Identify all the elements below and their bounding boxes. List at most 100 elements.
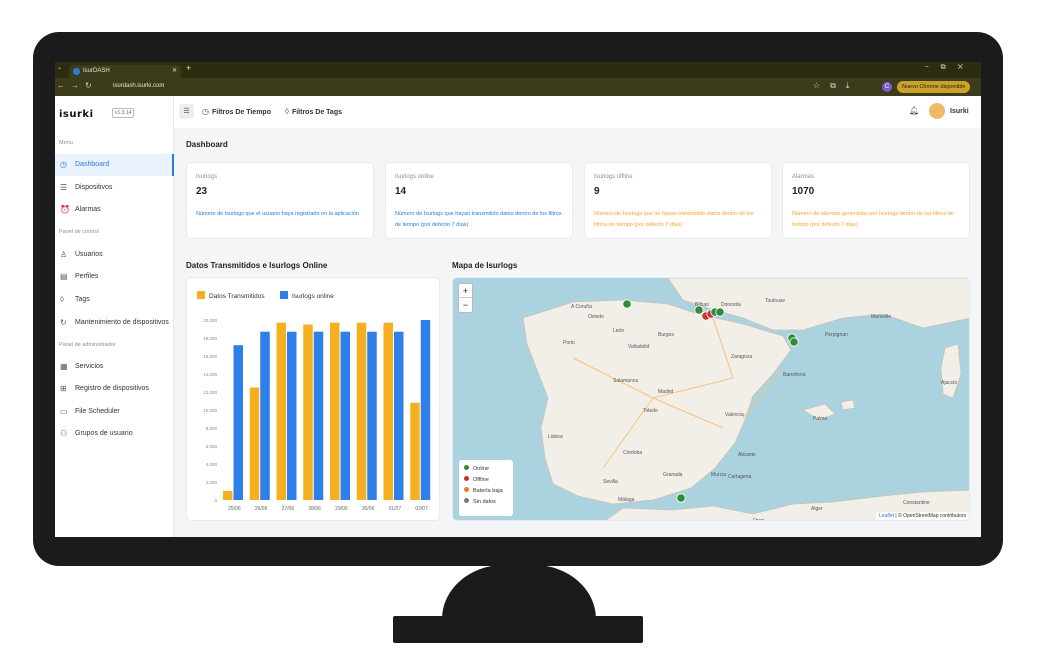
map-card[interactable]: A Coruña Bilbao Donostia Toulouse Marseille Z…	[452, 277, 970, 521]
legend-no-data: Sin datos	[464, 497, 508, 508]
list-icon: ☰	[60, 183, 68, 192]
url-text[interactable]: isurdash.isurki.com	[113, 83, 164, 89]
card-description: Número de alarmas generadas por Isurlogs…	[792, 211, 954, 228]
browser-tabbar: ⌄ IsurDASH ✕ + −⧉✕	[55, 62, 981, 78]
sidebar-item-label: File Scheduler	[75, 408, 120, 415]
dot-icon	[464, 476, 469, 481]
monitor-mockup: ⌄ IsurDASH ✕ + −⧉✕ ←→↻ isurdash.isurki.c…	[0, 0, 1038, 662]
chart-card: Datos Transmitidos Isurlogs online 0 2,000 4…	[186, 277, 440, 521]
sidebar-item-usuarios[interactable]: ♙ Usuarios	[55, 244, 174, 266]
bar-chart: Datos Transmitidos Isurlogs online 0 2,000 4…	[197, 291, 431, 512]
sidebar-item-label: Mantenimiento de dispositivos	[75, 319, 169, 326]
nav-buttons[interactable]: ←→↻	[57, 81, 98, 90]
topbar: ☰ ◷ Filtros De Tiempo ◊ Filtros De Tags 🔔︎…	[174, 96, 981, 128]
city-label: Marseille	[871, 314, 891, 320]
card-value: 9	[594, 186, 600, 197]
legend-label: Batería baja	[473, 488, 503, 494]
sidebar-item-label: Alarmas	[75, 206, 101, 213]
city-label: Oran	[753, 518, 764, 521]
city-label: Oviedo	[588, 314, 604, 320]
sidebar-item-servicios[interactable]: ▦ Servicios	[55, 356, 174, 378]
version-badge: v1.3.14	[112, 108, 135, 118]
x-tick-label: 25/06	[228, 506, 241, 512]
sidebar-item-grupos[interactable]: ⚇ Grupos de usuario	[55, 423, 174, 445]
register-icon: ⊞	[60, 384, 67, 393]
leaflet-link[interactable]: Leaflet	[879, 513, 894, 519]
card-value: 23	[196, 186, 208, 197]
time-filter-label: Filtros De Tiempo	[211, 109, 271, 116]
map-marker	[789, 337, 799, 347]
window-controls[interactable]: −⧉✕	[925, 64, 975, 72]
maintenance-icon: ↻	[60, 318, 67, 327]
page-title: Dashboard	[186, 140, 228, 149]
map-canvas[interactable]: A Coruña Bilbao DonostiaToulouseMarseilleZ…	[453, 278, 970, 521]
y-tick-label: 2,000	[206, 480, 218, 485]
sidebar-item-perfiles[interactable]: ▤ Perfiles	[55, 266, 174, 288]
bar	[330, 322, 340, 500]
legend-label: Isurlogs online	[292, 293, 334, 300]
tag-filter-button[interactable]: ◊ Filtros De Tags	[285, 104, 342, 120]
city-label: Valladolid	[628, 344, 650, 350]
sidebar-item-dashboard[interactable]: ◷ Dashboard	[55, 154, 174, 176]
new-tab-icon[interactable]: +	[186, 63, 191, 73]
city-label: Palma	[813, 416, 827, 422]
zoom-in-button[interactable]: +	[459, 284, 472, 298]
stat-card-online: Isurlogs online 14 Número de Isurlogs qu…	[385, 162, 573, 239]
x-tick-label: 01/07	[389, 506, 402, 512]
zoom-out-button[interactable]: −	[459, 298, 472, 312]
bar	[303, 324, 313, 500]
city-label: Zaragoza	[731, 354, 752, 360]
bar	[394, 331, 404, 500]
profile-avatar[interactable]: C	[882, 82, 892, 92]
sidebar-item-label: Dashboard	[75, 161, 110, 168]
toolbar-icons[interactable]: ☆⧉⤓	[813, 81, 859, 91]
city-label: Málaga	[618, 497, 635, 503]
chrome-update-button[interactable]: Nuevo Chrome disponible	[897, 81, 971, 93]
city-label: León	[613, 328, 624, 334]
map-attribution: Leaflet | © OpenStreetMap contributors	[876, 512, 969, 520]
dot-icon	[464, 487, 469, 492]
sidebar: isurki v1.3.14 Menu ◷ Dashboard ☰ Dispos…	[55, 96, 174, 537]
menorca-landmass	[840, 399, 856, 411]
tab-search-icon[interactable]: ⌄	[57, 64, 62, 71]
user-icon: ♙	[60, 250, 68, 259]
legend-online: Online	[464, 464, 508, 475]
section-control: Panel de control	[59, 229, 99, 235]
bar	[356, 322, 367, 500]
city-label: Burgos	[658, 332, 674, 338]
sidebar-item-label: Dispositivos	[75, 184, 113, 191]
x-tick-label: 30/06	[362, 506, 375, 512]
y-tick-label: 14,000	[203, 372, 217, 377]
bar	[383, 322, 393, 500]
card-description: Número de Isurlogs que no hayan transmit…	[594, 211, 754, 228]
legend-label: Online	[473, 466, 489, 472]
user-name[interactable]: Isurki	[950, 108, 969, 115]
browser-tab[interactable]: IsurDASH ✕	[69, 65, 181, 78]
legend-low-battery: Batería baja	[464, 486, 508, 497]
bar	[420, 320, 431, 500]
y-tick-label: 4,000	[206, 462, 218, 467]
bar	[260, 331, 270, 500]
bar	[223, 491, 233, 500]
menu-toggle-button[interactable]: ☰	[179, 104, 194, 119]
card-value: 1070	[792, 186, 815, 197]
map-legend: Online Offline Batería baja Sin datos	[459, 460, 513, 516]
city-label: Madrid	[658, 389, 674, 395]
avatar[interactable]	[929, 103, 945, 119]
close-tab-icon[interactable]: ✕	[172, 65, 177, 78]
city-label: Murcia	[711, 472, 726, 478]
time-filter-button[interactable]: ◷ Filtros De Tiempo	[202, 104, 271, 120]
card-label: Isurlogs offline	[594, 174, 633, 180]
x-tick-label: 27/06	[282, 506, 295, 512]
chart-title: Datos Transmitidos e Isurlogs Online	[186, 261, 328, 270]
sidebar-item-tags[interactable]: ◊ Tags	[55, 289, 174, 311]
sidebar-item-dispositivos[interactable]: ☰ Dispositivos	[55, 177, 174, 199]
map-marker	[622, 299, 632, 309]
sidebar-item-file-scheduler[interactable]: ▭ File Scheduler	[55, 401, 174, 423]
y-tick-label: 10,000	[203, 408, 217, 413]
sidebar-item-alarmas[interactable]: ⏰ Alarmas	[55, 199, 174, 221]
sidebar-item-registro[interactable]: ⊞ Registro de dispositivos	[55, 378, 174, 400]
sidebar-item-mantenimiento[interactable]: ↻ Mantenimiento de dispositivos	[55, 312, 174, 334]
bell-icon[interactable]: 🔔︎	[909, 106, 919, 115]
section-menu: Menu	[59, 140, 73, 146]
